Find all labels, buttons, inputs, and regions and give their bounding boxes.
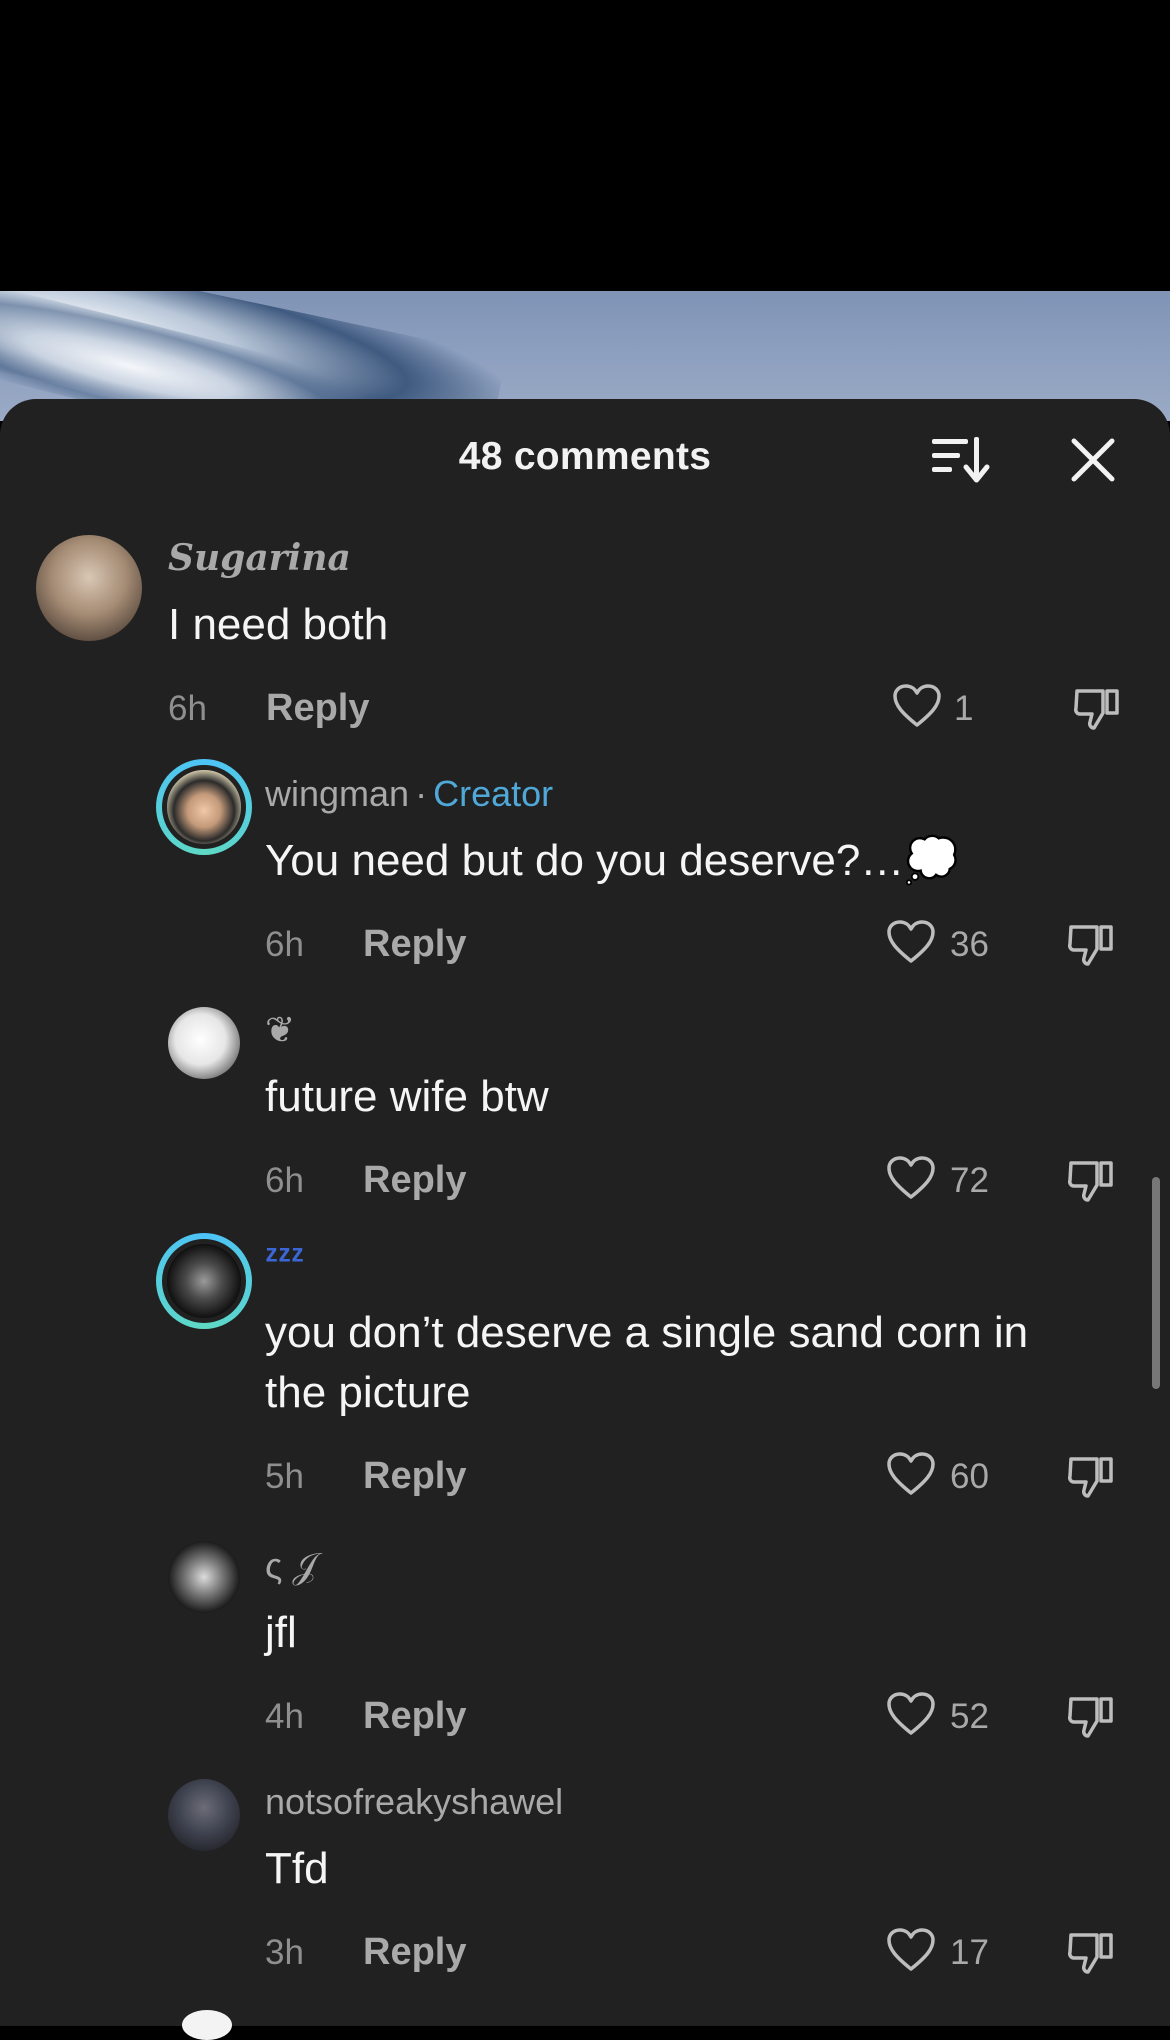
like-count: 60 xyxy=(950,1457,989,1496)
comment-time: 6h xyxy=(265,1161,304,1200)
sort-icon[interactable] xyxy=(930,433,990,485)
reply-button[interactable]: Reply xyxy=(363,1455,466,1498)
comment-time: 5h xyxy=(265,1457,304,1496)
comment-text: I need both xyxy=(168,600,389,649)
separator-dot: · xyxy=(415,773,428,814)
comments-count-title: 48 comments xyxy=(458,435,712,478)
comment-text: future wife btw xyxy=(265,1072,549,1121)
creator-badge: Creator xyxy=(433,773,554,814)
like-count: 52 xyxy=(950,1697,989,1736)
heart-icon[interactable] xyxy=(892,683,942,729)
heart-icon[interactable] xyxy=(886,1927,936,1973)
avatar[interactable] xyxy=(168,1007,240,1079)
reply-button[interactable]: Reply xyxy=(363,1695,466,1738)
heart-icon[interactable] xyxy=(886,919,936,965)
like-count: 72 xyxy=(950,1161,989,1200)
dislike-icon[interactable] xyxy=(1066,1451,1116,1501)
comment-text: Tfd xyxy=(265,1844,329,1893)
like-count: 36 xyxy=(950,925,989,964)
comment-text: You need but do you deserve?…💭 xyxy=(265,836,960,885)
heart-icon[interactable] xyxy=(886,1155,936,1201)
comments-header: 48 comments xyxy=(0,399,1170,519)
avatar[interactable] xyxy=(168,1541,240,1613)
dislike-icon[interactable] xyxy=(1066,919,1116,969)
avatar[interactable] xyxy=(156,1233,252,1329)
comment-time: 3h xyxy=(265,1933,304,1972)
comment-username-line: wingman · Creator xyxy=(265,773,553,815)
reply-button[interactable]: Reply xyxy=(363,1931,466,1974)
dislike-icon[interactable] xyxy=(1066,1155,1116,1205)
comment-text: jfl xyxy=(265,1608,297,1657)
video-top-area xyxy=(0,0,1170,291)
heart-icon[interactable] xyxy=(886,1691,936,1737)
comment-time: 6h xyxy=(265,925,304,964)
like-count: 17 xyxy=(950,1933,989,1972)
avatar[interactable] xyxy=(36,535,142,641)
scrollbar[interactable] xyxy=(1152,1177,1160,1389)
dislike-icon[interactable] xyxy=(1072,683,1122,733)
comment-text-line-2: the picture xyxy=(265,1368,471,1417)
like-count: 1 xyxy=(954,689,974,728)
comment-time: 4h xyxy=(265,1697,304,1736)
avatar[interactable] xyxy=(168,1779,240,1851)
dislike-icon[interactable] xyxy=(1066,1927,1116,1977)
comment-username[interactable]: notsofreakyshawel xyxy=(265,1781,563,1823)
heart-icon[interactable] xyxy=(886,1451,936,1497)
dislike-icon[interactable] xyxy=(1066,1691,1116,1741)
comment-username[interactable]: ᶻᶻᶻ xyxy=(265,1237,304,1279)
avatar[interactable] xyxy=(156,759,252,855)
reply-button[interactable]: Reply xyxy=(363,923,466,966)
comment-text-line-1: you don’t deserve a single sand corn in xyxy=(265,1308,1029,1357)
comment-username[interactable]: wingman xyxy=(265,773,409,814)
comment-username[interactable]: Sugarina xyxy=(168,537,351,579)
close-icon[interactable] xyxy=(1066,433,1120,487)
next-avatar-peek xyxy=(182,2010,232,2040)
reply-button[interactable]: Reply xyxy=(266,687,369,730)
comment-username[interactable]: ς 𝒥 xyxy=(265,1545,317,1588)
comment-time: 6h xyxy=(168,689,207,728)
reply-button[interactable]: Reply xyxy=(363,1159,466,1202)
comment-username[interactable]: ❦ xyxy=(265,1009,295,1051)
comments-sheet: 48 comments Sugarina I need both 6h Repl… xyxy=(0,399,1170,2026)
